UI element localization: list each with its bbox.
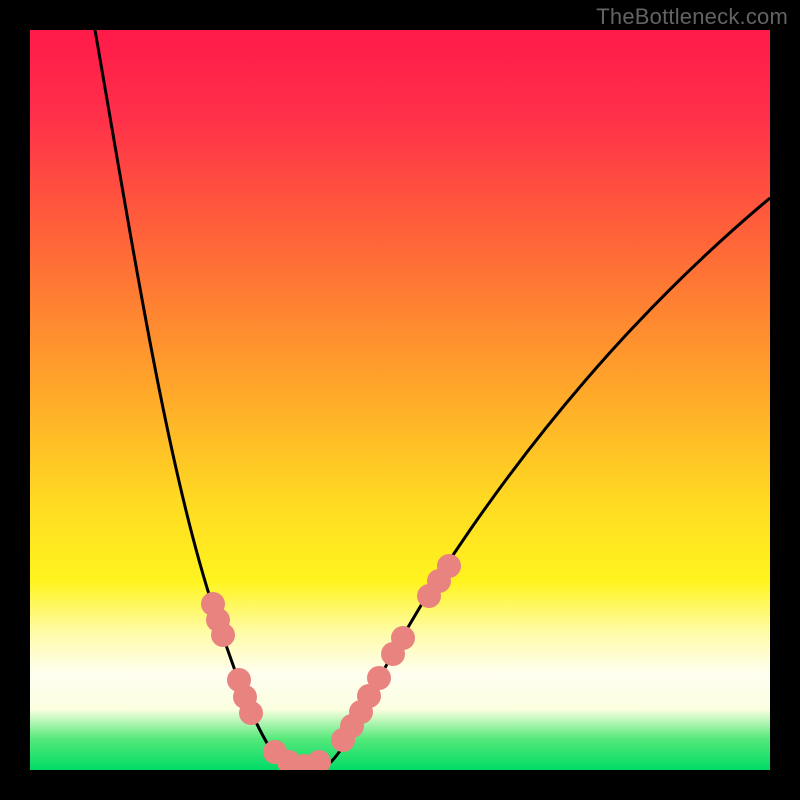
watermark-text: TheBottleneck.com — [596, 4, 788, 30]
bead-marker — [391, 626, 415, 650]
bead-marker — [367, 666, 391, 690]
bead-marker — [437, 554, 461, 578]
bead-marker — [239, 701, 263, 725]
bottleneck-chart — [0, 0, 800, 800]
bead-marker — [211, 623, 235, 647]
chart-stage: TheBottleneck.com — [0, 0, 800, 800]
